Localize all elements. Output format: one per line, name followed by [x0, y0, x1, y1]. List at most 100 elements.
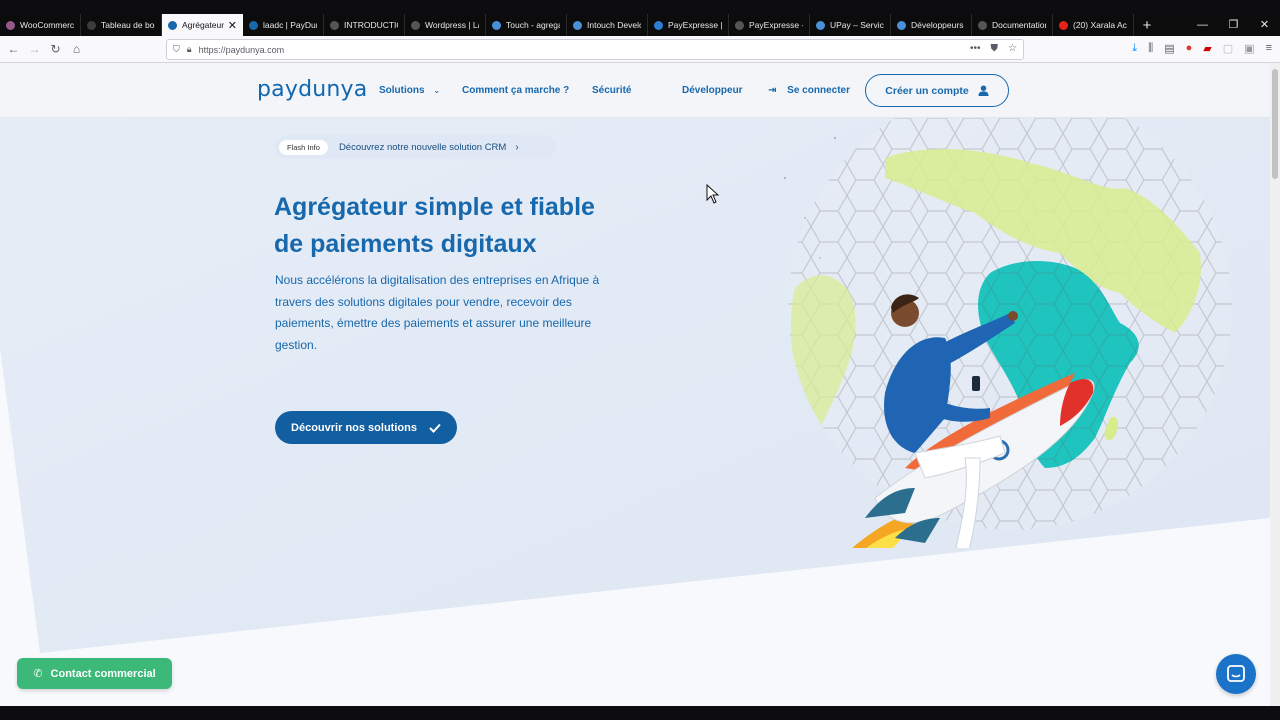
nav-how-it-works[interactable]: Comment ça marche ? [462, 85, 569, 96]
browser-tab[interactable]: INTRODUCTION | L [324, 14, 405, 36]
contact-commercial-label[interactable]: Contact commercial [51, 668, 156, 680]
tab-favicon-icon [330, 20, 339, 30]
browser-tab-strip: WooCommerce Tableau de bord Agrégateur ✕ laa… [0, 14, 1280, 36]
page-scrollbar[interactable] [1270, 63, 1280, 706]
tab-favicon-icon [573, 20, 582, 30]
hero-illustration [784, 118, 1232, 548]
browser-tab-label[interactable]: Tableau de bord [101, 20, 155, 30]
browser-tab-label[interactable]: Agrégateur [182, 20, 224, 30]
user-icon [978, 85, 989, 96]
minimize-button[interactable]: — [1187, 14, 1218, 36]
create-account-button[interactable]: Créer un compte [865, 74, 1009, 107]
maximize-button[interactable]: ❐ [1218, 14, 1249, 36]
extension-icon[interactable]: ● [1186, 42, 1193, 55]
pdf-extension-icon[interactable]: ▰ [1203, 42, 1211, 55]
create-account-label[interactable]: Créer un compte [885, 85, 968, 97]
browser-tab-label[interactable]: laadc | PayDunya [263, 20, 317, 30]
browser-tab[interactable]: Documentation–U [972, 14, 1053, 36]
nav-solutions[interactable]: Solutions ⌄ [379, 85, 440, 96]
browser-tab-label[interactable]: Intouch Develo [587, 20, 641, 30]
reload-button[interactable]: ↻ [45, 42, 66, 56]
discover-solutions-button[interactable]: Découvrir nos solutions [275, 411, 457, 444]
chevron-down-icon: ⌄ [433, 86, 441, 95]
downloads-icon[interactable]: ⤓ [1132, 42, 1137, 55]
url-bar[interactable]: ⛉ 🔒︎ https://paydunya.com ••• ⛊ ☆ [166, 39, 1024, 60]
browser-tab[interactable]: Tableau de bord [81, 14, 162, 36]
page-actions-icon[interactable]: ••• [970, 43, 981, 54]
flash-info-text[interactable]: Découvrez notre nouvelle solution CRM [339, 142, 506, 153]
browser-tab[interactable]: WooCommerce [0, 14, 81, 36]
browser-tab[interactable]: Wordpress | Larave [405, 14, 486, 36]
browser-tab-label[interactable]: PayExpresse - Docu [749, 20, 803, 30]
browser-tab[interactable]: Agrégateur ✕ [162, 14, 243, 36]
browser-tab[interactable]: Intouch Develo [567, 14, 648, 36]
flash-info-tag: Flash Info [279, 139, 328, 155]
hero-title: Agrégateur simple et fiable de paiements… [274, 189, 674, 263]
nav-login[interactable]: ⇥ Se connecter [768, 85, 850, 96]
nav-login-label[interactable]: Se connecter [787, 85, 850, 96]
browser-tab[interactable]: UPay – Service [810, 14, 891, 36]
mouse-cursor [706, 184, 720, 204]
browser-tab[interactable]: PayExpresse | P [648, 14, 729, 36]
url-text[interactable]: https://paydunya.com [199, 45, 285, 55]
nav-developer[interactable]: Développeur [682, 85, 743, 96]
browser-tab-label[interactable]: Développeurs [911, 20, 965, 30]
bottom-strip [0, 706, 1280, 720]
discover-solutions-label[interactable]: Découvrir nos solutions [291, 422, 417, 434]
browser-tab[interactable]: PayExpresse - Docu [729, 14, 810, 36]
browser-tools: ⤓ ⫼ ▤ ● ▰ ▢ ▣ ≡ [1132, 42, 1272, 55]
scrollbar-thumb[interactable] [1272, 69, 1278, 179]
tab-favicon-icon [492, 20, 501, 30]
browser-tab-label[interactable]: Touch - agrega [506, 20, 560, 30]
home-button[interactable]: ⌂ [66, 42, 87, 56]
browser-toolbar: ← → ↻ ⌂ ⛉ 🔒︎ https://paydunya.com ••• ⛊ … [0, 36, 1280, 63]
new-tab-button[interactable]: + [1134, 14, 1160, 36]
browser-tab-label[interactable]: WooCommerce [20, 20, 74, 30]
contact-commercial-button[interactable]: ✆ Contact commercial [17, 658, 172, 689]
chat-launcher-button[interactable] [1216, 654, 1256, 694]
menu-icon[interactable]: ≡ [1266, 42, 1272, 55]
sidebar-icon[interactable]: ▤ [1164, 42, 1174, 55]
close-tab-icon[interactable]: ✕ [228, 19, 237, 32]
web-page: paydunya Solutions ⌄ Comment ça marche ?… [0, 63, 1270, 706]
browser-tab[interactable]: Développeurs [891, 14, 972, 36]
library-icon[interactable]: ⫼ [1148, 42, 1153, 55]
bookmark-star-icon[interactable]: ☆ [1008, 43, 1017, 54]
tab-favicon-icon [87, 20, 96, 30]
extension-icon[interactable]: ▢ [1223, 42, 1233, 55]
tab-favicon-icon [249, 20, 258, 30]
paydunya-logo[interactable]: paydunya [257, 77, 367, 102]
forward-button[interactable]: → [24, 42, 45, 56]
chevron-right-icon: › [515, 141, 519, 153]
nav-solutions-label[interactable]: Solutions [379, 85, 425, 96]
window-controls: — ❐ ✕ [1187, 14, 1280, 36]
browser-tab-label[interactable]: (20) Xarala Aca [1073, 20, 1127, 30]
tab-favicon-icon [978, 20, 987, 30]
flash-info-banner[interactable]: Flash Info Découvrez notre nouvelle solu… [275, 135, 556, 159]
browser-tab-label[interactable]: INTRODUCTION | L [344, 20, 398, 30]
browser-tab-label[interactable]: UPay – Service [830, 20, 884, 30]
phone-icon: ✆ [33, 668, 43, 680]
tab-favicon-icon [897, 20, 906, 30]
tab-favicon-icon [1059, 20, 1068, 30]
chat-icon [1227, 665, 1245, 682]
tab-favicon-icon [411, 20, 420, 30]
sign-in-icon: ⇥ [768, 85, 777, 96]
tab-favicon-icon [168, 20, 177, 30]
browser-tab-label[interactable]: Wordpress | Larave [425, 20, 479, 30]
pocket-icon[interactable]: ⛊ [991, 43, 999, 54]
back-button[interactable]: ← [3, 42, 24, 56]
browser-tab-label[interactable]: Documentation–U [992, 20, 1046, 30]
browser-tab[interactable]: (20) Xarala Aca [1053, 14, 1134, 36]
browser-tab[interactable]: Touch - agrega [486, 14, 567, 36]
browser-tab-label[interactable]: PayExpresse | P [668, 20, 722, 30]
tab-favicon-icon [654, 20, 663, 30]
shield-icon[interactable]: ⛉ [173, 44, 180, 55]
tab-favicon-icon [735, 20, 744, 30]
lock-icon[interactable]: 🔒︎ [187, 44, 192, 55]
tab-favicon-icon [6, 20, 15, 30]
browser-tab[interactable]: laadc | PayDunya [243, 14, 324, 36]
nav-security[interactable]: Sécurité [592, 85, 631, 96]
close-window-button[interactable]: ✕ [1249, 14, 1280, 36]
extension-icon[interactable]: ▣ [1244, 42, 1254, 55]
